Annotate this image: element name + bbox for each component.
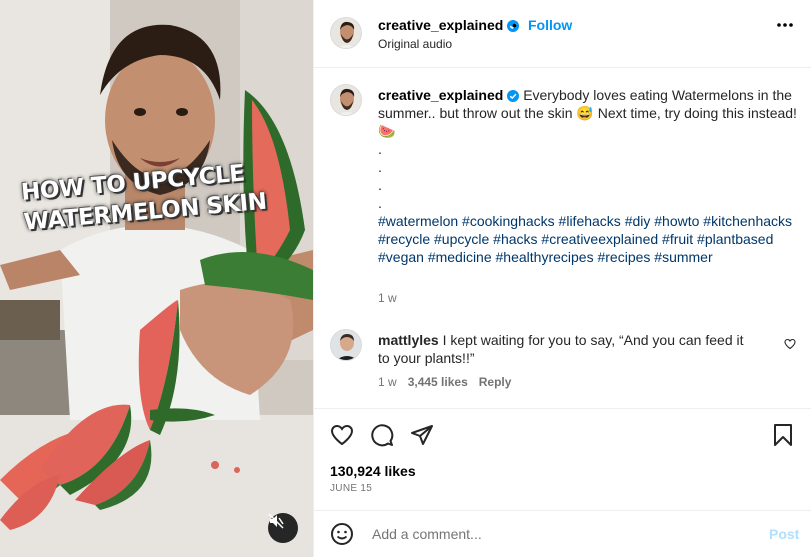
comment-bubble-icon[interactable]	[370, 423, 394, 447]
more-options-icon[interactable]	[776, 22, 794, 28]
post-viewer: HOW TO UPCYCLE WATERMELON SKIN creative_…	[0, 0, 811, 557]
video-frame	[0, 0, 313, 557]
caption-timestamp[interactable]: 1 w	[378, 291, 397, 305]
verified-badge-icon	[507, 90, 520, 102]
post-comment-button[interactable]: Post	[769, 526, 799, 542]
like-heart-icon[interactable]	[330, 423, 354, 447]
commenter-avatar-image	[331, 330, 361, 360]
comment-likes[interactable]: 3,445 likes	[408, 375, 468, 389]
post-likes-count[interactable]: 130,924 likes	[330, 463, 416, 479]
comment: mattlyles I kept waiting for you to say,…	[378, 331, 758, 367]
comment-input[interactable]	[370, 525, 754, 543]
add-comment-bar: Post	[314, 510, 811, 557]
header-username-text[interactable]: creative_explained	[378, 17, 503, 33]
save-bookmark-icon[interactable]	[772, 423, 794, 447]
commenter-avatar[interactable]	[330, 329, 362, 361]
avatar[interactable]	[330, 17, 362, 49]
emoji-smile-icon[interactable]	[330, 522, 354, 546]
caption-dots: . . . .	[378, 140, 798, 212]
post-date[interactable]: JUNE 15	[330, 483, 372, 494]
share-paper-plane-icon[interactable]	[410, 423, 434, 447]
avatar-image	[331, 18, 361, 48]
comment-reply-button[interactable]: Reply	[479, 375, 512, 389]
comment-username[interactable]: mattlyles	[378, 332, 439, 348]
caption-dot: .	[378, 195, 382, 211]
post-caption: creative_explained Everybody loves eatin…	[378, 86, 798, 266]
comment-timestamp[interactable]: 1 w	[378, 375, 397, 389]
caption-username-text[interactable]: creative_explained	[378, 87, 503, 103]
caption-dot: .	[378, 177, 382, 193]
action-bar	[314, 408, 811, 458]
header-separator: •	[512, 17, 517, 33]
comment-meta: 1 w 3,445 likes Reply	[378, 375, 511, 389]
mute-button[interactable]	[268, 513, 298, 543]
caption-dot: .	[378, 141, 382, 157]
speaker-muted-icon	[268, 513, 284, 529]
post-details: creative_explained • Follow Original aud…	[313, 0, 811, 557]
caption-hashtags[interactable]: #watermelon #cookinghacks #lifehacks #di…	[378, 212, 798, 266]
follow-button[interactable]: Follow	[528, 17, 572, 33]
caption-avatar[interactable]	[330, 84, 362, 116]
post-video[interactable]: HOW TO UPCYCLE WATERMELON SKIN	[0, 0, 313, 557]
comment-like-heart-icon[interactable]	[784, 338, 796, 350]
caption-username[interactable]: creative_explained	[378, 87, 520, 103]
caption-avatar-image	[331, 85, 361, 115]
post-header: creative_explained • Follow Original aud…	[314, 0, 811, 68]
audio-link[interactable]: Original audio	[378, 37, 452, 51]
caption-dot: .	[378, 159, 382, 175]
header-username[interactable]: creative_explained	[378, 17, 520, 33]
